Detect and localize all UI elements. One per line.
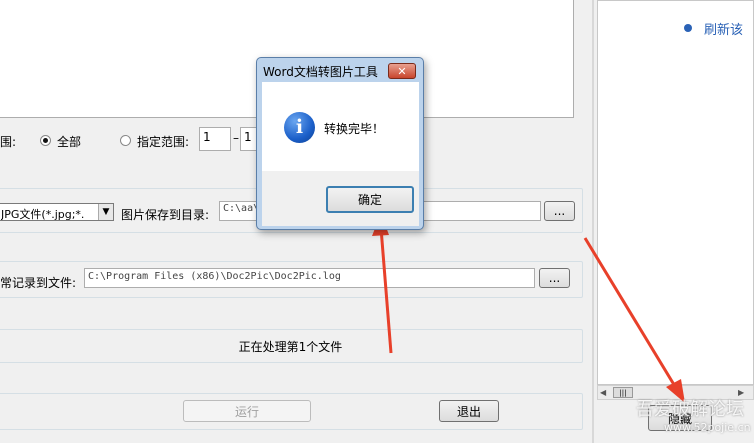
range-all-label: 全部 (57, 135, 82, 149)
dialog-ok-button[interactable]: 确定 (326, 186, 414, 213)
run-button[interactable]: 运行 (183, 400, 311, 422)
watermark-url: www.52pojie.cn (664, 421, 751, 434)
watermark-title: 吾爱破解论坛 (636, 399, 744, 420)
scroll-left-icon[interactable]: ◀ (600, 386, 606, 399)
range-from-input[interactable]: 1 (199, 127, 231, 151)
right-panel: 刷新该 (597, 0, 754, 385)
status-text: 正在处理第1个文件 (238, 339, 343, 354)
save-dir-browse-button[interactable]: ... (544, 201, 575, 221)
range-all-radio[interactable] (40, 135, 51, 146)
bullet-icon (684, 24, 692, 32)
range-specified-label: 指定范围: (137, 135, 190, 149)
scrollbar-thumb[interactable]: ||| (613, 387, 633, 398)
refresh-link[interactable]: 刷新该 (704, 19, 743, 38)
range-specified-radio[interactable] (120, 135, 131, 146)
dialog-close-button[interactable]: ✕ (388, 63, 416, 79)
message-dialog: Word文档转图片工具 ✕ i 转换完毕！ 确定 (256, 57, 424, 230)
dialog-message: 转换完毕！ (324, 122, 385, 136)
log-path-input[interactable]: C:\Program Files (x86)\Doc2Pic\Doc2Pic.l… (84, 268, 535, 288)
range-label: 围: (0, 135, 17, 149)
exit-button[interactable]: 退出 (439, 400, 499, 422)
close-icon: ✕ (397, 65, 407, 78)
dialog-title: Word文档转图片工具 (263, 65, 378, 79)
chevron-down-icon: ▼ (98, 204, 113, 220)
log-browse-button[interactable]: ... (539, 268, 570, 288)
log-label: 常记录到文件: (0, 276, 77, 290)
save-dir-label: 图片保存到目录: (121, 208, 210, 222)
range-dash: – (233, 131, 239, 145)
dialog-body: i 转换完毕！ (262, 82, 419, 171)
status-panel: 正在处理第1个文件 (0, 329, 583, 363)
format-select[interactable]: JPG文件(*.jpg;*. ▼ (0, 203, 114, 221)
info-icon: i (284, 112, 315, 143)
right-panel-divider (592, 0, 594, 443)
